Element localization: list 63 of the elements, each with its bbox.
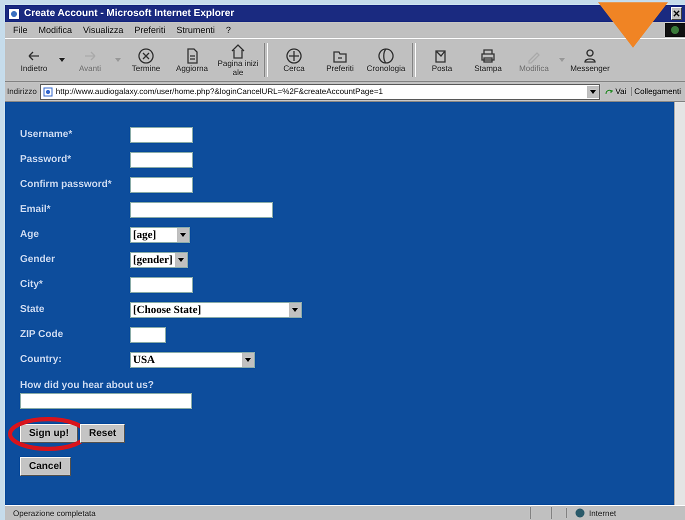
home-icon (230, 43, 246, 59)
text-field[interactable] (130, 126, 193, 142)
window-title: Create Account - Microsoft Internet Explorer (24, 8, 236, 19)
dropdown-arrow-icon[interactable] (59, 58, 65, 62)
status-text: Operazione completata (12, 508, 97, 518)
field-label: Username* (20, 129, 74, 140)
pointer-arrow (598, 0, 668, 50)
field-label: Confirm password* (20, 179, 113, 190)
toolbar-button[interactable]: Stampa (465, 48, 511, 72)
text-field[interactable] (130, 276, 193, 292)
form-button[interactable]: Reset (80, 424, 126, 443)
field-label: ZIP Code (20, 329, 64, 340)
address-label: Indirizzo (7, 87, 37, 96)
person-icon (582, 48, 598, 64)
toolbar-button[interactable]: Indietro (11, 48, 57, 72)
address-field[interactable]: http://www.audiogalaxy.com/user/home.php?&loginCancelURL=%2F&createAccountPage=1 (40, 84, 600, 100)
globe-icon (575, 508, 585, 518)
go-button[interactable]: Vai (603, 87, 628, 96)
page-icon (42, 86, 53, 96)
menu-item[interactable]: Preferiti (134, 25, 166, 35)
toolbar-button[interactable]: Pagina iniziale (215, 43, 261, 77)
scrollbar[interactable] (674, 102, 685, 505)
question-label: How did you hear about us? (20, 380, 155, 391)
go-arrow-icon (605, 88, 614, 96)
dropdown[interactable]: [age] (130, 226, 190, 242)
toolbar-button[interactable]: Posta (419, 48, 465, 72)
field-label: City* (20, 279, 44, 290)
printer-icon (480, 48, 496, 64)
field-label: Age (20, 229, 40, 240)
menu-item[interactable]: Modifica (38, 25, 72, 35)
form-button[interactable]: Sign up! (20, 424, 78, 443)
dropdown[interactable]: [Choose State] (130, 302, 302, 318)
dropdown[interactable]: USA (130, 352, 255, 368)
toolbar-button[interactable]: Termine (123, 48, 169, 72)
browser-icon (8, 8, 20, 20)
links-button[interactable]: Collegamenti (631, 87, 683, 96)
toolbar-button[interactable]: Aggiorna (169, 48, 215, 72)
text-field[interactable] (130, 326, 166, 342)
field-label: Country: (20, 354, 63, 365)
search-icon (286, 48, 302, 64)
text-field[interactable] (130, 176, 193, 192)
toolbar-button[interactable]: Cerca (271, 48, 317, 72)
text-field[interactable] (130, 152, 193, 168)
menu-item[interactable]: ? (226, 25, 231, 35)
toolbar-button[interactable]: Preferiti (317, 48, 363, 72)
stop-icon (138, 48, 154, 64)
menu-item[interactable]: Visualizza (83, 25, 124, 35)
field-label: State (20, 304, 46, 315)
menu-item[interactable]: File (13, 25, 28, 35)
cancel-button[interactable]: Cancel (20, 457, 71, 476)
browser-logo-icon (665, 23, 685, 37)
menu-item[interactable]: Strumenti (176, 25, 215, 35)
toolbar-button[interactable]: Messenger (567, 48, 613, 72)
globe-icon (378, 48, 394, 64)
text-field[interactable] (20, 393, 192, 409)
text-field[interactable] (130, 202, 273, 218)
field-label: Email* (20, 204, 52, 215)
toolbar-button[interactable]: Cronologia (363, 48, 409, 72)
zone-indicator: Internet (566, 508, 685, 518)
dropdown[interactable]: [gender] (130, 252, 188, 268)
field-label: Gender (20, 254, 56, 265)
field-label: Password* (20, 154, 72, 165)
close-button[interactable] (671, 7, 682, 20)
